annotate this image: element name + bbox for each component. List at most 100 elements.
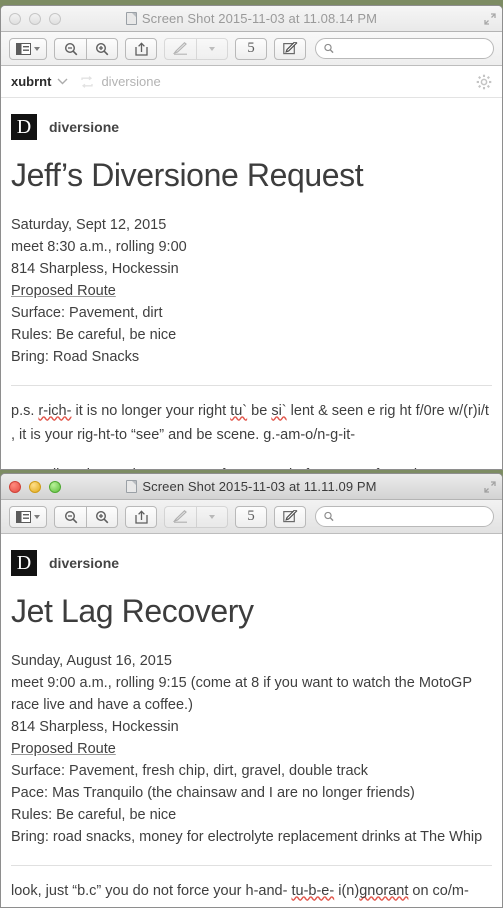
markup-button[interactable] [164,37,196,60]
detail-line: Sunday, August 16, 2015 [11,652,172,669]
misspelled-word: gnorant [359,882,409,899]
detail-line: meet 8:30 a.m., rolling 9:00 [11,238,187,255]
zoom-out-icon [64,42,77,55]
detail-line: 814 Sharpless, Hockessin [11,260,179,277]
titlebar-top[interactable]: Screen Shot 2015-11-03 at 11.08.14 PM [1,6,502,32]
fullscreen-arrows-icon[interactable] [484,481,496,493]
divider [11,384,492,386]
zoom-controls-bottom[interactable] [54,505,118,528]
logo-letter: D [16,552,32,574]
text-run: look, just “b.c” you do not force your h… [11,882,292,899]
proposed-route-link[interactable]: Proposed Route [11,280,492,302]
search-icon [324,511,334,522]
article-top: D diversione Jeff’s Diversione Request S… [1,98,502,469]
paragraph: p.s. r-ich- it is no longer your right t… [11,399,492,447]
zoom-button[interactable] [49,13,61,25]
preview-window-top[interactable]: Screen Shot 2015-11-03 at 11.08.14 PM 5 … [0,5,503,470]
search-field-bottom[interactable] [315,506,494,527]
page-title: Jeff’s Diversione Request [11,157,364,193]
misspelled-word: in-fan-t-c-ye- [289,467,371,469]
fullscreen-arrows-icon[interactable] [484,13,496,25]
annotate-button[interactable] [274,37,306,60]
rotate-button[interactable]: 5 [235,37,267,60]
window-controls-bottom[interactable] [9,481,61,493]
postscript-top: p.s. r-ich- it is no longer your right t… [11,399,492,469]
text-run: be [247,402,272,419]
toolbar-bottom[interactable]: 5 [1,500,502,534]
gear-icon[interactable] [476,74,492,90]
close-button[interactable] [9,13,21,25]
search-field-top[interactable] [315,38,494,59]
title-group-bottom: Screen Shot 2015-11-03 at 11.11.09 PM [1,479,502,494]
minimize-button[interactable] [29,13,41,25]
sidebar-icon [16,510,31,523]
detail-lines-top: Saturday, Sept 12, 2015 meet 8:30 a.m., r… [11,214,492,368]
detail-lines-bottom: Sunday, August 16, 2015 meet 9:00 a.m., r… [11,650,492,848]
share-button[interactable] [125,37,157,60]
markup-button[interactable] [164,505,196,528]
text-run: f-rom-it- [371,467,426,469]
zoom-in-button[interactable] [86,37,118,60]
paragraph: your “diversion-e-” is a re-quest- for m… [11,463,492,469]
rotate-glyph: 5 [247,40,255,56]
detail-line: Rules: Be careful, be nice [11,326,177,343]
zoom-out-button[interactable] [54,505,86,528]
diversione-logo: D [11,550,37,576]
proposed-route-link[interactable]: Proposed Route [11,738,492,760]
zoom-in-button[interactable] [86,505,118,528]
chevron-down-icon[interactable] [57,78,68,85]
search-input[interactable] [338,42,485,55]
minimize-button[interactable] [29,481,41,493]
site-brand-bottom[interactable]: D diversione [11,550,492,576]
pencil-square-icon [282,42,297,55]
close-button[interactable] [9,481,21,493]
misspelled-word: tu-b-e- [291,882,335,899]
zoom-button[interactable] [49,481,61,493]
breadcrumb-user[interactable]: xubrnt [11,74,51,89]
logo-letter: D [16,116,32,138]
article-bottom: D diversione Jet Lag Recovery Sunday, Au… [1,534,502,907]
misspelled-word: tu` [230,402,248,419]
markup-controls-bottom[interactable] [164,505,228,528]
preview-window-bottom[interactable]: Screen Shot 2015-11-03 at 11.11.09 PM 5 … [0,473,503,908]
title-group-top: Screen Shot 2015-11-03 at 11.08.14 PM [1,11,502,26]
detail-line: Rules: Be careful, be nice [11,806,177,823]
rotate-button[interactable]: 5 [235,505,267,528]
detail-line: 814 Sharpless, Hockessin [11,718,179,735]
sidebar-toggle-button[interactable] [9,37,47,60]
breadcrumb[interactable]: xubrnt diversione [1,66,502,98]
pencil-square-icon [282,510,297,523]
chevron-down-icon [209,514,215,519]
zoom-in-icon [95,42,109,55]
share-icon [134,41,148,56]
chevron-down-icon [34,46,40,51]
markup-controls-top[interactable] [164,37,228,60]
zoom-controls-top[interactable] [54,37,118,60]
text-run: p.s. [11,402,39,419]
window-title: Screen Shot 2015-11-03 at 11.11.09 PM [142,479,377,494]
text-run: i(n) [334,882,360,899]
sidebar-toggle-button[interactable] [9,505,47,528]
marker-pen-icon [173,42,187,55]
paragraph: look, just “b.c” you do not force your h… [11,879,492,907]
window-title: Screen Shot 2015-11-03 at 11.08.14 PM [141,11,378,26]
text-run: your “diversion-e-” is a re-quest- for m… [11,467,289,469]
detail-line: meet 9:00 a.m., rolling 9:15 (come at 8 … [11,674,472,713]
document-preview-icon [126,480,138,493]
divider [11,864,492,866]
share-button[interactable] [125,505,157,528]
chevron-down-icon [34,514,40,519]
markup-options-button[interactable] [196,505,228,528]
detail-line: Saturday, Sept 12, 2015 [11,216,167,233]
window-controls-top[interactable] [9,13,61,25]
zoom-out-button[interactable] [54,37,86,60]
annotate-button[interactable] [274,505,306,528]
titlebar-bottom[interactable]: Screen Shot 2015-11-03 at 11.11.09 PM [1,474,502,500]
search-input[interactable] [338,510,485,523]
toolbar-top[interactable]: 5 [1,32,502,66]
site-brand-top[interactable]: D diversione [11,114,492,140]
markup-options-button[interactable] [196,37,228,60]
detail-line: Pace: Mas Tranquilo (the chainsaw and I … [11,784,415,801]
breadcrumb-site[interactable]: diversione [101,74,160,89]
share-icon [134,509,148,524]
